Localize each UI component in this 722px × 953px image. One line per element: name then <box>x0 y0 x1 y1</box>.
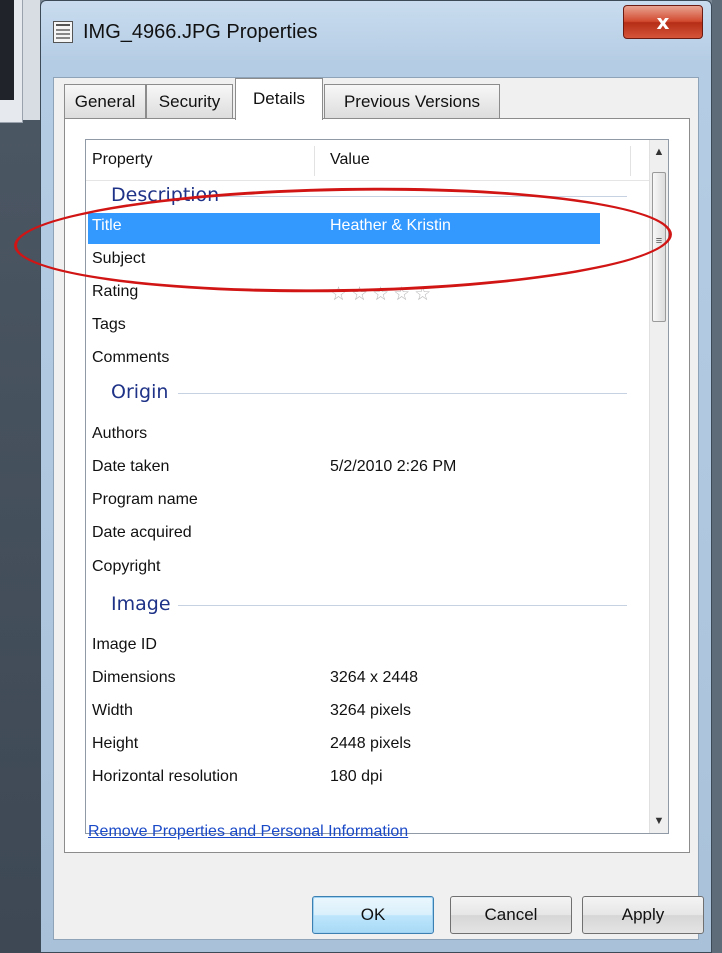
column-separator[interactable] <box>630 146 631 176</box>
column-separator[interactable] <box>314 146 315 176</box>
tab-details[interactable]: Details <box>235 78 323 120</box>
cancel-button[interactable]: Cancel <box>450 896 572 934</box>
details-tab-page: Property Value Description Title Heather… <box>64 118 690 853</box>
property-name: Date taken <box>92 458 170 475</box>
property-value[interactable]: 2448 pixels <box>330 735 411 753</box>
property-row-date-taken[interactable]: Date taken 5/2/2010 2:26 PM <box>86 454 651 486</box>
property-row-program-name[interactable]: Program name <box>86 487 651 519</box>
property-row-rating[interactable]: Rating ☆☆☆☆☆ <box>86 279 651 311</box>
property-name: Height <box>92 735 139 752</box>
property-name: Comments <box>92 349 170 366</box>
group-label: Image <box>111 593 179 615</box>
property-row-image-id[interactable]: Image ID <box>86 632 651 664</box>
property-row-comments[interactable]: Comments <box>86 345 651 377</box>
property-name: Authors <box>92 425 148 442</box>
property-value[interactable]: Heather & Kristin <box>330 217 451 235</box>
property-name: Width <box>92 702 133 719</box>
dialog-body: General Security Details Previous Versio… <box>53 77 704 940</box>
group-header-origin[interactable]: Origin <box>86 379 651 409</box>
property-row-dimensions[interactable]: Dimensions 3264 x 2448 <box>86 665 651 697</box>
column-header-property[interactable]: Property <box>92 140 152 180</box>
tab-previous-versions[interactable]: Previous Versions <box>324 84 500 119</box>
property-name: Rating <box>92 283 139 300</box>
title-bar[interactable]: IMG_4966.JPG Properties x <box>41 1 711 67</box>
property-row-subject[interactable]: Subject <box>86 246 651 278</box>
list-header: Property Value <box>86 140 651 181</box>
group-divider <box>178 393 627 394</box>
apply-button[interactable]: Apply <box>582 896 704 934</box>
file-properties-icon <box>53 21 73 43</box>
property-list[interactable]: Property Value Description Title Heather… <box>85 139 669 834</box>
property-name: Date acquired <box>92 524 192 541</box>
close-button[interactable]: x <box>623 5 703 39</box>
group-label: Description <box>111 184 228 206</box>
property-name: Horizontal resolution <box>92 768 238 785</box>
property-row-tags[interactable]: Tags <box>86 312 651 344</box>
property-name: Copyright <box>92 558 161 575</box>
desktop-background-right <box>712 0 722 953</box>
properties-dialog: IMG_4966.JPG Properties x General Securi… <box>40 0 712 953</box>
property-row-copyright[interactable]: Copyright <box>86 554 651 586</box>
desktop-background-left <box>0 0 40 953</box>
property-value[interactable]: 3264 pixels <box>330 702 411 720</box>
tab-general[interactable]: General <box>64 84 146 119</box>
property-row-height[interactable]: Height 2448 pixels <box>86 731 651 763</box>
property-row-date-acquired[interactable]: Date acquired <box>86 520 651 552</box>
property-name: Tags <box>92 316 126 333</box>
property-name: Title <box>92 217 122 234</box>
property-row-width[interactable]: Width 3264 pixels <box>86 698 651 730</box>
group-divider <box>178 605 627 606</box>
property-name: Image ID <box>92 636 157 653</box>
property-value[interactable]: 5/2/2010 2:26 PM <box>330 458 456 476</box>
property-row-title[interactable]: Title Heather & Kristin <box>86 213 651 245</box>
scroll-up-arrow-icon[interactable]: ▲ <box>650 142 668 162</box>
photo-thumbnail <box>0 0 23 123</box>
group-divider <box>196 196 627 197</box>
property-name: Program name <box>92 491 198 508</box>
property-name: Dimensions <box>92 669 176 686</box>
column-header-value[interactable]: Value <box>330 140 370 180</box>
scroll-down-arrow-icon[interactable]: ▼ <box>650 811 668 831</box>
vertical-scrollbar[interactable]: ▲ ▼ <box>649 140 668 833</box>
property-value[interactable]: 180 dpi <box>330 768 383 786</box>
group-header-image[interactable]: Image <box>86 591 651 621</box>
property-row-horizontal-resolution[interactable]: Horizontal resolution 180 dpi <box>86 764 651 796</box>
window-title: IMG_4966.JPG Properties <box>83 21 318 43</box>
property-name: Subject <box>92 250 146 267</box>
property-row-authors[interactable]: Authors <box>86 421 651 453</box>
ok-button[interactable]: OK <box>312 896 434 934</box>
remove-properties-link[interactable]: Remove Properties and Personal Informati… <box>88 823 408 841</box>
scrollbar-thumb[interactable] <box>652 172 666 322</box>
group-header-description[interactable]: Description <box>86 182 651 212</box>
property-value[interactable]: 3264 x 2448 <box>330 669 418 687</box>
rating-stars-icon[interactable]: ☆☆☆☆☆ <box>330 283 435 306</box>
group-label: Origin <box>111 381 177 403</box>
tab-security[interactable]: Security <box>146 84 233 119</box>
